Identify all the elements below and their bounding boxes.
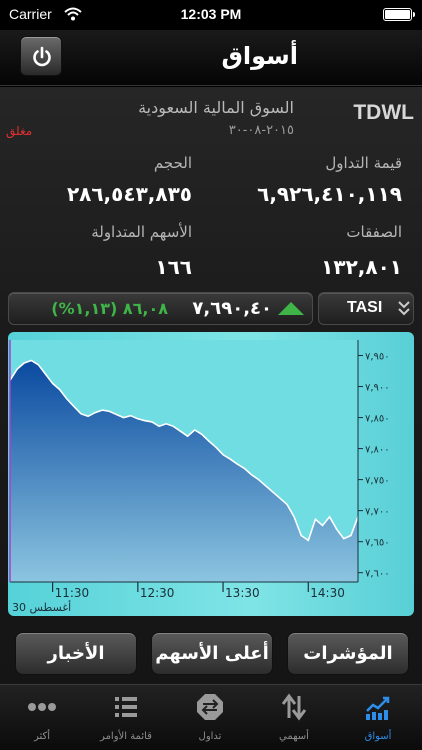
indices-button[interactable]: المؤشرات bbox=[287, 632, 409, 675]
turnover-label: قيمة التداول bbox=[325, 154, 402, 172]
x-tick-label: 12:30 bbox=[140, 586, 175, 600]
tab-markets-label: أسواق bbox=[364, 731, 392, 742]
exchange-date: ٢٠١٥-٠٨-٣٠ bbox=[228, 123, 294, 138]
volume-value: ٢٨٦,٥٤٣,٨٣٥ bbox=[66, 182, 192, 206]
tab-bar: أسواق أسهمي تداول قائمة الأوامر أكثر bbox=[0, 684, 422, 750]
top-stocks-button[interactable]: أعلى الأسهم bbox=[151, 632, 273, 675]
status-bar: Carrier 12:03 PM bbox=[0, 0, 422, 30]
nav-bar: أسواق bbox=[0, 30, 422, 86]
trades-value: ١٣٢,٨٠١ bbox=[321, 255, 402, 279]
list-icon bbox=[115, 697, 137, 717]
traded-shares-value: ١٦٦ bbox=[155, 255, 192, 279]
y-tick-label: ٧,٨٠٠ bbox=[365, 445, 390, 456]
y-tick-label: ٧,٦٥٠ bbox=[365, 538, 390, 549]
tab-more-label: أكثر bbox=[33, 731, 51, 742]
chevron-down-icon bbox=[398, 301, 410, 316]
y-tick-label: ٧,٩٠٠ bbox=[365, 383, 390, 394]
battery-fill bbox=[385, 10, 410, 19]
x-tick-label: 13:30 bbox=[225, 586, 260, 600]
tab-more[interactable]: أكثر bbox=[0, 685, 84, 750]
trade-exchange-icon bbox=[197, 694, 223, 720]
more-dots-icon bbox=[28, 703, 56, 711]
tab-orders[interactable]: قائمة الأوامر bbox=[84, 685, 168, 750]
index-name: TASI bbox=[347, 299, 383, 316]
market-panel: TDWL السوق المالية السعودية ٢٠١٥-٠٨-٣٠ م… bbox=[0, 87, 422, 684]
trades-label: الصفقات bbox=[346, 223, 402, 241]
turnover-value: ٦,٩٢٦,٤١٠,١١٩ bbox=[257, 182, 402, 206]
status-time: 12:03 PM bbox=[180, 6, 242, 22]
up-arrow-icon bbox=[278, 302, 304, 315]
tab-my-stocks[interactable]: أسهمي bbox=[252, 685, 336, 750]
y-tick-label: ٧,٨٥٠ bbox=[365, 414, 390, 425]
page-title: أسواق bbox=[221, 42, 298, 70]
tab-trade-label: تداول bbox=[198, 731, 222, 742]
index-summary: ٨٦,٠٨ (١,١٣%) ٧,٦٩٠,٤٠ bbox=[8, 292, 313, 325]
battery-icon bbox=[383, 8, 415, 21]
markets-chart-icon bbox=[366, 696, 390, 720]
index-chart[interactable]: ٧,٩٥٠ ٧,٩٠٠ ٧,٨٥٠ ٧,٨٠٠ ٧,٧٥٠ ٧,٧٠٠ ٧,٦٥٠ ٧,٦٠٠… bbox=[8, 332, 414, 616]
y-tick-label: ٧,٩٥٠ bbox=[365, 352, 390, 363]
power-button[interactable] bbox=[20, 36, 62, 76]
y-tick-label: ٧,٦٠٠ bbox=[365, 569, 390, 580]
news-button[interactable]: الأخبار bbox=[15, 632, 137, 675]
exchange-name: السوق المالية السعودية bbox=[138, 98, 294, 117]
index-selector[interactable]: TASI bbox=[318, 292, 414, 325]
y-tick-label: ٧,٧٠٠ bbox=[365, 507, 390, 518]
tab-orders-label: قائمة الأوامر bbox=[100, 731, 152, 742]
volume-label: الحجم bbox=[153, 154, 192, 172]
traded-shares-label: الأسهم المتداولة bbox=[91, 223, 192, 241]
index-value: ٧,٦٩٠,٤٠ bbox=[192, 298, 272, 319]
exchange-code: TDWL bbox=[353, 101, 414, 124]
y-tick-label: ٧,٧٥٠ bbox=[365, 476, 390, 487]
chart-date-label: 30 أغسطس bbox=[12, 600, 71, 614]
tab-trade[interactable]: تداول bbox=[168, 685, 252, 750]
up-down-arrows-icon bbox=[281, 693, 307, 721]
tab-my-stocks-label: أسهمي bbox=[279, 731, 309, 742]
tab-markets[interactable]: أسواق bbox=[336, 685, 420, 750]
chart-svg: ٧,٩٥٠ ٧,٩٠٠ ٧,٨٥٠ ٧,٨٠٠ ٧,٧٥٠ ٧,٧٠٠ ٧,٦٥٠ ٧,٦٠٠… bbox=[9, 340, 390, 614]
x-tick-label: 14:30 bbox=[310, 586, 345, 600]
power-icon bbox=[33, 46, 51, 67]
x-tick-label: 11:30 bbox=[55, 586, 90, 600]
market-status-badge: مغلق bbox=[6, 124, 33, 138]
index-change: ٨٦,٠٨ (١,١٣%) bbox=[51, 299, 168, 318]
